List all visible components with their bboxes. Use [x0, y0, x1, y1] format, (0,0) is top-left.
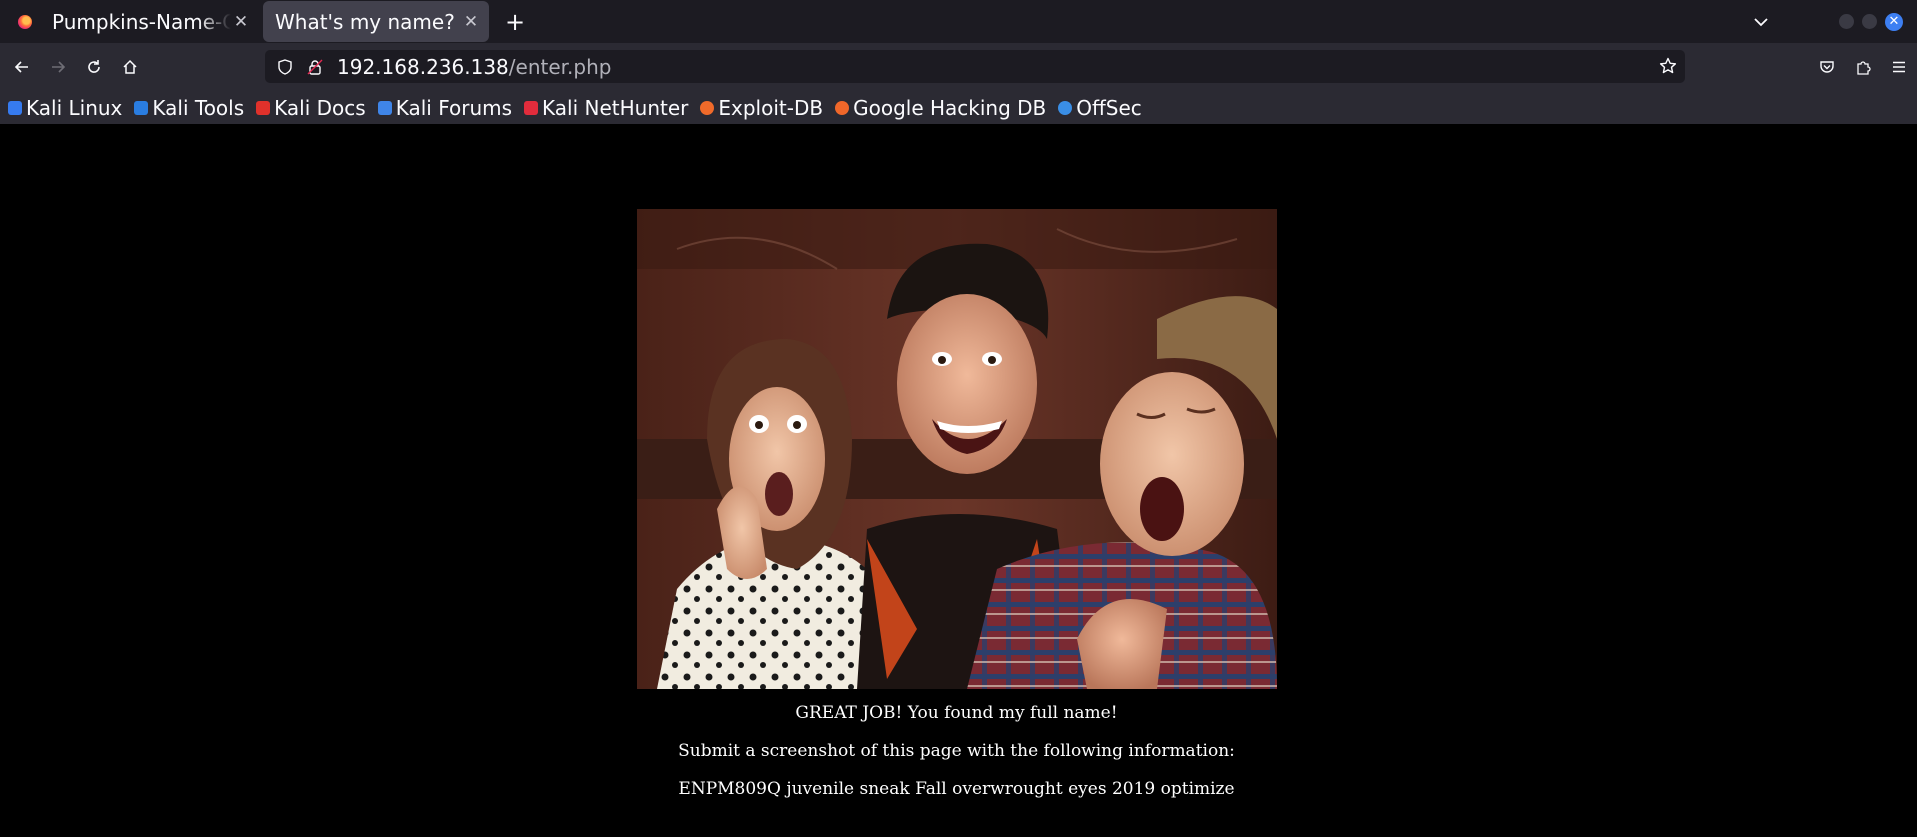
submission-code: ENPM809Q juvenile sneak Fall overwrought… [678, 779, 1235, 799]
bookmark-label: Kali Tools [152, 95, 245, 120]
kali-docs-favicon-icon [256, 100, 271, 115]
kali-nethunter-favicon-icon [524, 100, 539, 115]
bookmark-label: Kali Linux [26, 95, 123, 120]
insecure-lock-icon[interactable] [305, 59, 325, 75]
forward-button[interactable] [40, 49, 76, 85]
close-window-button[interactable]: ✕ [1885, 12, 1903, 31]
bookmark-kali-tools[interactable]: Kali Tools [134, 96, 244, 120]
reload-icon [88, 60, 100, 73]
message-block: GREAT JOB! You found my full name! Submi… [0, 704, 1913, 818]
pocket-button[interactable] [1809, 49, 1845, 85]
tab-title: Pumpkins-Name-Challenge [52, 9, 231, 34]
page-content: GREAT JOB! You found my full name! Submi… [0, 124, 1917, 837]
tab-title: What's my name? [275, 9, 455, 34]
exploit-db-favicon-icon [700, 100, 715, 115]
back-arrow-icon [14, 61, 28, 73]
kali-forums-favicon-icon [377, 100, 392, 115]
instructions-text: Submit a screenshot of this page with th… [678, 741, 1235, 761]
kali-linux-favicon-icon [8, 100, 22, 115]
tab-whats-my-name[interactable]: What's my name? ✕ [263, 1, 489, 42]
reload-button[interactable] [76, 49, 112, 85]
url-host: 192.168.236.138 [337, 54, 509, 79]
bookmark-google-hacking-db[interactable]: Google Hacking DB [835, 96, 1046, 120]
url-path: /enter.php [508, 54, 612, 79]
bookmark-label: OffSec [1076, 95, 1142, 120]
minimize-window-button[interactable] [1839, 14, 1854, 29]
bookmark-kali-docs[interactable]: Kali Docs [256, 96, 366, 120]
ghdb-favicon-icon [835, 100, 850, 115]
bookmarks-toolbar: Kali Linux Kali Tools Kali Docs Kali For… [0, 91, 1917, 124]
home-icon [123, 59, 137, 74]
close-tab-icon[interactable]: ✕ [461, 12, 481, 32]
list-all-tabs-button[interactable] [1743, 14, 1779, 30]
bookmark-exploit-db[interactable]: Exploit-DB [700, 96, 823, 120]
bookmark-label: Exploit-DB [718, 95, 824, 120]
pocket-icon [1820, 61, 1834, 73]
tab-strip: Pumpkins-Name-Challenge ✕ What's my name… [0, 0, 1917, 43]
navigation-toolbar: 192.168.236.138/enter.php [0, 43, 1917, 91]
bookmark-label: Kali Docs [274, 95, 366, 120]
home-button[interactable] [112, 49, 148, 85]
celebration-photo [637, 209, 1277, 689]
bookmark-kali-forums[interactable]: Kali Forums [377, 95, 513, 120]
forward-arrow-icon [52, 61, 66, 73]
maximize-window-button[interactable] [1862, 14, 1877, 29]
bookmark-label: Google Hacking DB [853, 95, 1047, 120]
back-button[interactable] [4, 49, 40, 85]
offsec-favicon-icon [1058, 100, 1073, 115]
new-tab-button[interactable]: + [497, 4, 533, 40]
url-bar[interactable]: 192.168.236.138/enter.php [265, 50, 1685, 83]
tab-pumpkins[interactable]: Pumpkins-Name-Challenge ✕ [50, 0, 259, 43]
success-message: GREAT JOB! You found my full name! [795, 703, 1118, 723]
firefox-icon [0, 0, 50, 43]
bookmark-kali-nethunter[interactable]: Kali NetHunter [524, 96, 688, 120]
tracking-protection-shield-icon[interactable] [275, 58, 295, 75]
close-tab-icon[interactable]: ✕ [231, 12, 251, 32]
extensions-button[interactable] [1845, 49, 1881, 85]
app-menu-button[interactable] [1881, 49, 1917, 85]
kali-tools-favicon-icon [134, 100, 149, 115]
bookmark-label: Kali Forums [395, 95, 513, 120]
chevron-down-icon [1754, 17, 1768, 26]
puzzle-icon [1857, 61, 1871, 75]
bookmark-star-icon[interactable] [1659, 56, 1677, 80]
bookmark-kali-linux[interactable]: Kali Linux [8, 96, 122, 120]
bookmark-label: Kali NetHunter [542, 95, 689, 120]
hamburger-menu-icon [1893, 61, 1905, 73]
bookmark-offsec[interactable]: OffSec [1058, 96, 1142, 120]
